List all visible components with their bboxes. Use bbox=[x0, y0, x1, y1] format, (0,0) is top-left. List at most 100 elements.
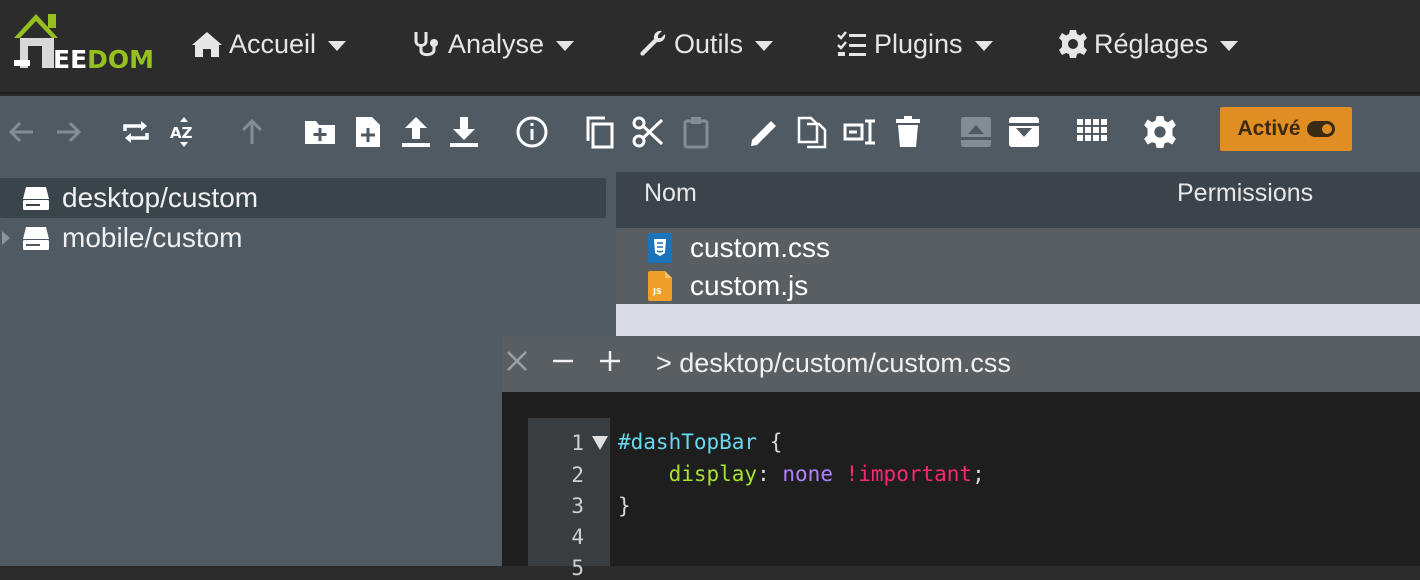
chevron-down-icon bbox=[755, 40, 774, 51]
top-navbar: EEDOM Accueil Analyse Outils Plugins Rég… bbox=[0, 0, 1420, 94]
nav-accueil[interactable]: Accueil bbox=[191, 26, 347, 62]
css-file-icon bbox=[648, 233, 672, 263]
code-editor-dialog: > desktop/custom/custom.css 1 2 3 4 5 #d… bbox=[502, 336, 1420, 580]
js-file-icon: JS bbox=[648, 271, 672, 301]
nav-outils[interactable]: Outils bbox=[638, 26, 774, 62]
chevron-down-icon bbox=[556, 40, 575, 51]
logo-wordmark: EEDOM bbox=[53, 45, 155, 74]
archive-button[interactable] bbox=[1006, 114, 1042, 150]
home-icon bbox=[192, 32, 222, 57]
cut-button[interactable] bbox=[630, 114, 666, 150]
nav-plugins[interactable]: Plugins bbox=[836, 26, 993, 62]
close-icon bbox=[507, 351, 527, 371]
tasks-icon bbox=[837, 31, 866, 56]
paste-button[interactable] bbox=[678, 114, 714, 150]
back-button[interactable] bbox=[4, 114, 40, 150]
nav-reglages-label: Réglages bbox=[1094, 28, 1209, 59]
info-icon bbox=[516, 116, 548, 148]
duplicate-button[interactable] bbox=[794, 114, 830, 150]
file-list-body: custom.css JS custom.js bbox=[616, 228, 1420, 304]
new-folder-icon bbox=[305, 121, 335, 144]
plus-icon bbox=[600, 351, 620, 371]
minimize-button[interactable] bbox=[548, 346, 578, 376]
active-toggle-label: Activé bbox=[1237, 117, 1301, 140]
jeedom-logo[interactable]: EEDOM bbox=[10, 8, 155, 74]
file-row-custom-js[interactable]: JS custom.js bbox=[616, 267, 1420, 305]
line-number-gutter: 1 2 3 4 5 bbox=[528, 418, 610, 580]
file-name: custom.css bbox=[690, 232, 831, 263]
tree-item-label: mobile/custom bbox=[62, 222, 243, 253]
up-icon bbox=[241, 118, 263, 144]
delete-button[interactable] bbox=[890, 114, 926, 150]
duplicate-icon bbox=[797, 116, 827, 149]
forward-button[interactable] bbox=[50, 114, 86, 150]
refresh-icon bbox=[123, 121, 149, 143]
file-manager-toolbar: AZ Activé bbox=[0, 96, 1420, 172]
svg-text:JS: JS bbox=[652, 287, 662, 296]
refresh-button[interactable] bbox=[118, 114, 154, 150]
fold-arrow-icon[interactable] bbox=[592, 436, 608, 450]
cog-icon bbox=[1059, 30, 1087, 58]
nav-accueil-label: Accueil bbox=[229, 28, 317, 59]
active-toggle-button[interactable]: Activé bbox=[1220, 107, 1352, 151]
chevron-down-icon bbox=[1220, 40, 1239, 51]
tree-item-label: desktop/custom bbox=[62, 182, 259, 213]
nav-analyse[interactable]: Analyse bbox=[412, 26, 575, 62]
code-area[interactable]: #dashTopBar { display: none !important;} bbox=[618, 426, 985, 522]
cut-icon bbox=[632, 116, 664, 148]
hdd-icon bbox=[23, 227, 49, 250]
settings-icon bbox=[1144, 116, 1176, 148]
line-number: 3 bbox=[571, 494, 584, 518]
close-button[interactable] bbox=[502, 346, 532, 376]
file-list-header: Nom Permissions bbox=[616, 172, 1420, 228]
download-icon bbox=[450, 117, 478, 147]
tree-item-mobile-custom[interactable]: mobile/custom bbox=[0, 218, 243, 258]
wrench-icon bbox=[640, 30, 666, 56]
copy-icon bbox=[586, 116, 614, 149]
new-folder-button[interactable] bbox=[302, 114, 338, 150]
nav-reglages[interactable]: Réglages bbox=[1058, 26, 1239, 62]
settings-button[interactable] bbox=[1142, 114, 1178, 150]
info-button[interactable] bbox=[514, 114, 550, 150]
line-number: 5 bbox=[571, 556, 584, 580]
extract-button[interactable] bbox=[958, 114, 994, 150]
nav-outils-label: Outils bbox=[674, 28, 744, 59]
rename-button[interactable] bbox=[746, 114, 782, 150]
line-number: 1 bbox=[571, 431, 584, 455]
forward-icon bbox=[57, 121, 82, 143]
rename-icon bbox=[751, 121, 776, 146]
code-line-1: #dashTopBar { bbox=[618, 430, 783, 454]
upload-icon bbox=[402, 117, 430, 147]
expand-arrow-icon[interactable] bbox=[2, 231, 10, 245]
archive-icon bbox=[1009, 117, 1039, 147]
view-grid-icon bbox=[1077, 119, 1107, 141]
upload-button[interactable] bbox=[398, 114, 434, 150]
line-number: 4 bbox=[571, 525, 584, 549]
sort-az-button[interactable]: AZ bbox=[166, 114, 202, 150]
editor-file-path: > desktop/custom/custom.css bbox=[656, 348, 1011, 378]
file-row-custom-css[interactable]: custom.css bbox=[616, 229, 1420, 267]
code-line-2: display: none !important; bbox=[668, 462, 985, 486]
chevron-down-icon bbox=[974, 40, 993, 51]
extract-icon bbox=[961, 117, 991, 147]
column-name-header[interactable]: Nom bbox=[644, 179, 697, 208]
stethoscope-icon bbox=[414, 32, 438, 57]
view-grid-button[interactable] bbox=[1074, 114, 1110, 150]
edit-button[interactable] bbox=[842, 114, 878, 150]
edit-icon bbox=[843, 119, 875, 145]
new-file-button[interactable] bbox=[350, 114, 386, 150]
column-permissions-header[interactable]: Permissions bbox=[1177, 179, 1313, 208]
download-button[interactable] bbox=[446, 114, 482, 150]
sort-az-icon: AZ bbox=[170, 117, 193, 147]
tree-item-desktop-custom[interactable]: desktop/custom bbox=[0, 178, 606, 218]
new-file-icon bbox=[356, 117, 380, 147]
maximize-button[interactable] bbox=[595, 346, 625, 376]
delete-icon bbox=[896, 116, 920, 147]
parent-dir-button[interactable] bbox=[234, 114, 270, 150]
editor-title-bar: > desktop/custom/custom.css bbox=[502, 336, 1420, 392]
file-name: custom.js bbox=[690, 270, 809, 301]
paste-icon bbox=[683, 117, 709, 149]
chevron-down-icon bbox=[328, 40, 347, 51]
line-number: 2 bbox=[571, 463, 584, 487]
copy-button[interactable] bbox=[582, 114, 618, 150]
